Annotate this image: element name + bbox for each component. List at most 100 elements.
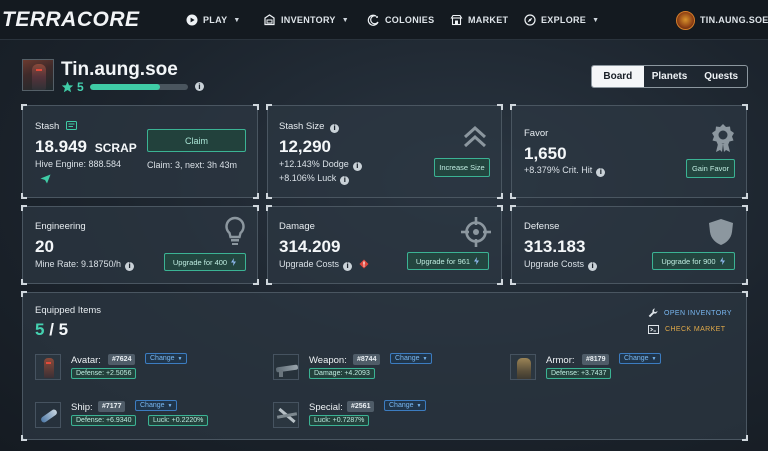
weapon-item-thumbnail[interactable] xyxy=(273,354,299,380)
nav-play-label: PLAY xyxy=(203,15,228,25)
info-icon[interactable]: i xyxy=(330,123,340,133)
defense-upgrade-button[interactable]: Upgrade for 900 xyxy=(652,252,735,270)
chevron-down-icon: ▼ xyxy=(341,16,349,24)
damage-title: Damage xyxy=(279,221,315,232)
stash-size-title: Stash Size xyxy=(279,121,325,132)
weapon-item-id: #8744 xyxy=(353,354,381,365)
crit-stat: +8.379% Crit. Hit xyxy=(524,165,593,175)
special-slot-label: Special: xyxy=(309,402,343,413)
scrap-icon xyxy=(65,121,77,130)
weapon-slot-label: Weapon: xyxy=(309,355,347,366)
engineering-value: 20 xyxy=(35,237,54,256)
equipped-count: 5 / 5 xyxy=(35,320,69,339)
ship-stat-defense: Defense: +6.9340 xyxy=(71,415,137,426)
dodge-stat: +12.143% Dodge xyxy=(279,159,349,169)
damage-card: Damage 314.209 Upgrade Costs i Upgrade fo… xyxy=(266,205,503,285)
luck-stat: +8.106% Luck xyxy=(279,173,337,183)
avatar-item-id: #7624 xyxy=(108,354,136,365)
armor-item-thumbnail[interactable] xyxy=(510,354,536,380)
engineering-card: Engineering 20 Mine Rate: 9.18750/h i Upg… xyxy=(21,205,259,285)
weapon-stat-damage: Damage: +4.2093 xyxy=(309,368,375,379)
scrap-icon xyxy=(231,258,237,266)
nav-inventory[interactable]: INVENTORY ▼ xyxy=(263,12,349,28)
avatar-item-thumbnail[interactable] xyxy=(35,354,61,380)
top-nav: TERRACORE PLAY ▼ INVENTORY ▼ COLONIES MA… xyxy=(0,0,768,40)
gain-favor-button[interactable]: Gain Favor xyxy=(686,159,735,178)
defense-upgrade-label: Upgrade for 900 xyxy=(661,256,716,266)
claim-button[interactable]: Claim xyxy=(147,129,246,152)
crosshair-icon xyxy=(461,217,491,247)
damage-upgrade-costs: Upgrade Costs xyxy=(279,259,340,269)
weapon-change-button[interactable]: Change ▼ xyxy=(390,353,433,364)
damage-upgrade-label: Upgrade for 961 xyxy=(415,256,471,266)
stash-value: 18.949 xyxy=(35,137,87,156)
stash-size-card: Stash Size i 12,290 +12.143% Dodge i +8.1… xyxy=(266,104,503,199)
colonies-icon xyxy=(367,14,379,26)
terracore-logo[interactable]: TERRACORE xyxy=(2,8,140,32)
nav-inventory-label: INVENTORY xyxy=(281,15,336,25)
nav-explore-label: EXPLORE xyxy=(541,15,587,25)
badge-icon xyxy=(712,124,734,152)
ship-slot-label: Ship: xyxy=(71,402,93,413)
info-icon[interactable]: i xyxy=(588,261,598,271)
nav-colonies-label: COLONIES xyxy=(385,15,435,25)
star-icon xyxy=(61,81,74,93)
chevron-down-icon: ▼ xyxy=(422,355,428,362)
damage-value: 314.209 xyxy=(279,237,341,256)
claim-info: Claim: 3, next: 3h 43m xyxy=(147,160,238,170)
nav-market[interactable]: MARKET xyxy=(450,12,508,28)
tab-board[interactable]: Board xyxy=(592,66,644,87)
tab-planets[interactable]: Planets xyxy=(644,66,696,87)
defense-value: 313.183 xyxy=(524,237,586,256)
special-item-thumbnail[interactable] xyxy=(273,402,299,428)
xp-progress-bar xyxy=(90,84,188,90)
increase-size-button[interactable]: Increase Size xyxy=(434,158,490,177)
info-icon[interactable]: i xyxy=(596,167,606,177)
terminal-icon xyxy=(648,325,659,334)
special-change-button[interactable]: Change ▼ xyxy=(384,400,427,411)
nav-play[interactable]: PLAY ▼ xyxy=(186,12,241,28)
avatar-change-button[interactable]: Change ▼ xyxy=(145,353,188,364)
shield-icon xyxy=(709,219,733,245)
stash-title: Stash xyxy=(35,121,60,132)
armor-stat-defense: Defense: +3.7437 xyxy=(546,368,612,379)
chevron-down-icon: ▼ xyxy=(592,16,600,24)
stash-size-value: 12,290 xyxy=(279,137,331,156)
info-icon[interactable]: i xyxy=(352,161,362,171)
ship-change-button[interactable]: Change ▼ xyxy=(135,400,178,411)
info-icon[interactable]: i xyxy=(125,261,135,271)
info-icon[interactable]: i xyxy=(340,175,350,185)
nav-colonies[interactable]: COLONIES xyxy=(367,12,434,28)
level-number: 5 xyxy=(77,80,84,94)
warning-icon[interactable] xyxy=(359,259,369,269)
hive-engine-balance: Hive Engine: 888.584 xyxy=(35,159,122,169)
favor-card: Favor 1,650 +8.379% Crit. Hit i Gain Favo… xyxy=(510,104,748,199)
info-icon[interactable]: i xyxy=(343,261,353,271)
ship-stat-luck: Luck: +0.2220% xyxy=(148,415,209,426)
ship-item-id: #7177 xyxy=(98,401,126,412)
stash-card: Stash 18.949 SCRAP Hive Engine: 888.584 … xyxy=(21,104,259,199)
favor-title: Favor xyxy=(524,128,549,139)
engineering-upgrade-button[interactable]: Upgrade for 400 xyxy=(164,253,246,271)
stash-unit: SCRAP xyxy=(94,141,137,155)
ship-item-thumbnail[interactable] xyxy=(35,402,61,428)
xp-progress-fill xyxy=(90,84,160,90)
chevron-down-icon: ▼ xyxy=(651,355,657,362)
armor-change-button[interactable]: Change ▼ xyxy=(619,353,662,364)
special-item-id: #2561 xyxy=(347,401,375,412)
send-icon[interactable] xyxy=(40,174,51,184)
nav-user-menu[interactable]: TIN.AUNG.SOE ▼ xyxy=(676,10,768,30)
chevron-down-icon: ▼ xyxy=(167,402,173,409)
armor-slot-label: Armor: xyxy=(546,355,575,366)
damage-upgrade-button[interactable]: Upgrade for 961 xyxy=(407,252,489,270)
engineering-upgrade-label: Upgrade for 400 xyxy=(172,257,228,267)
check-market-link[interactable]: CHECK MARKET xyxy=(648,325,725,334)
defense-upgrade-costs: Upgrade Costs xyxy=(524,259,585,269)
open-inventory-link[interactable]: OPEN INVENTORY xyxy=(648,308,732,318)
info-icon[interactable]: i xyxy=(195,82,204,91)
tab-quests[interactable]: Quests xyxy=(695,66,747,87)
favor-value: 1,650 xyxy=(524,144,567,163)
nav-explore[interactable]: EXPLORE ▼ xyxy=(524,12,599,28)
view-tabs: Board Planets Quests xyxy=(591,65,748,88)
profile-name: Tin.aung.soe xyxy=(61,59,178,80)
